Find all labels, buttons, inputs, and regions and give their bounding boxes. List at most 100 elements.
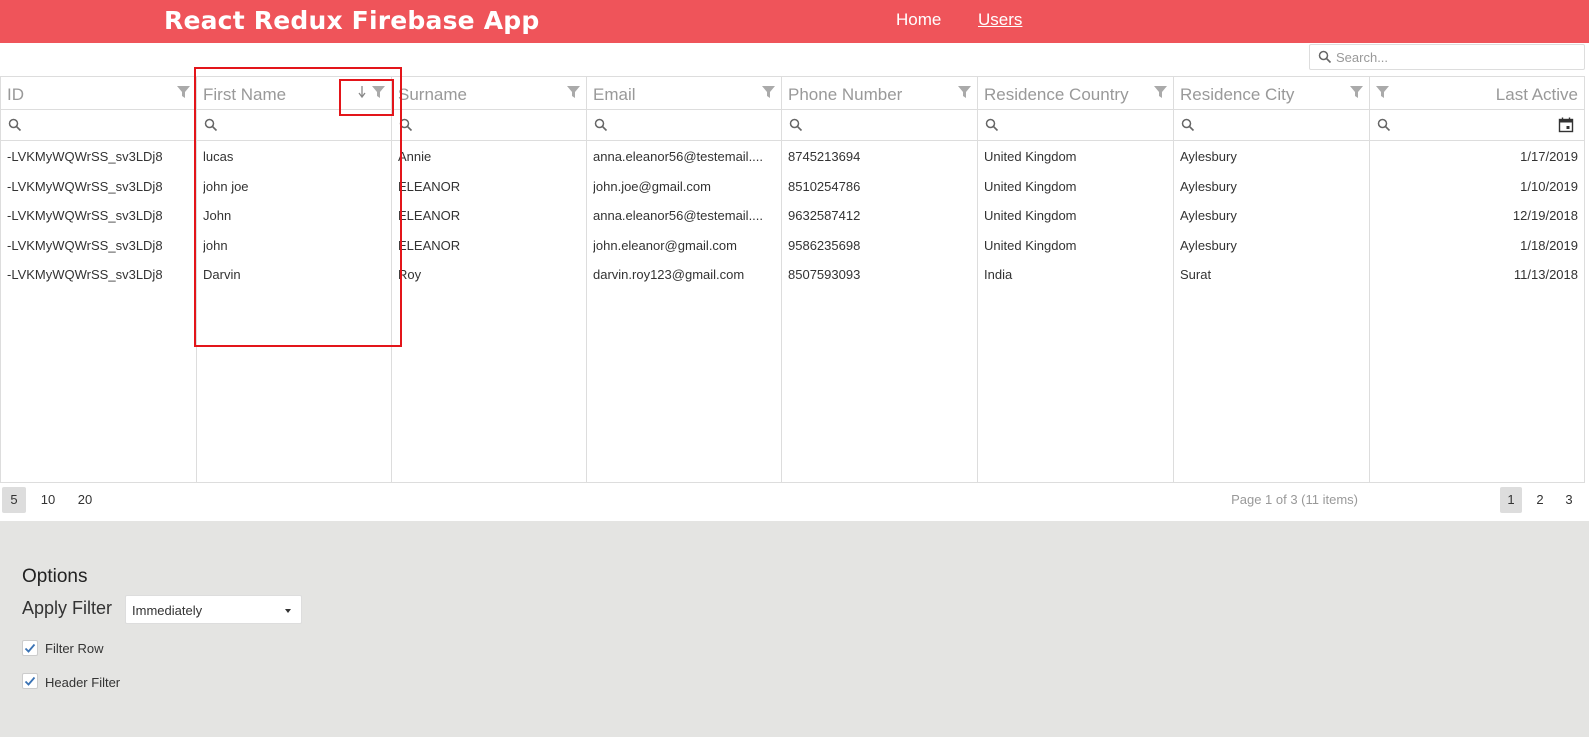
search-icon (204, 118, 218, 132)
page-size-5[interactable]: 5 (2, 487, 26, 513)
page-button-2[interactable]: 2 (1529, 487, 1551, 513)
table-cell[interactable]: United Kingdom (984, 149, 1168, 165)
filter-icon[interactable] (958, 86, 971, 99)
apply-filter-select[interactable]: Immediately (125, 595, 302, 624)
apply-filter-value: Immediately (132, 603, 203, 618)
column-id: ID -LVKMyWQWrSS_sv3LDj8 -LVKMyWQWrSS_sv3… (1, 77, 197, 482)
filter-cell-id[interactable] (1, 110, 196, 141)
table-cell[interactable]: 11/13/2018 (1378, 267, 1578, 283)
table-cell[interactable]: United Kingdom (984, 179, 1168, 195)
table-cell[interactable]: United Kingdom (984, 238, 1168, 254)
brand-title[interactable]: React Redux Firebase App (164, 6, 539, 35)
table-cell[interactable]: 1/18/2019 (1378, 238, 1578, 254)
filter-icon[interactable] (177, 86, 190, 99)
table-cell[interactable]: Annie (398, 149, 581, 165)
column-header-id[interactable]: ID (1, 77, 196, 110)
table-cell[interactable]: lucas (203, 149, 386, 165)
table-cell[interactable]: -LVKMyWQWrSS_sv3LDj8 (7, 208, 191, 224)
column-header-first-name[interactable]: First Name (197, 77, 391, 110)
page-size-20[interactable]: 20 (73, 487, 97, 513)
table-cell[interactable]: darvin.roy123@gmail.com (593, 267, 776, 283)
search-icon (8, 118, 22, 132)
search-icon (1181, 118, 1195, 132)
table-cell[interactable]: 1/17/2019 (1378, 149, 1578, 165)
table-cell[interactable]: 9586235698 (788, 238, 972, 254)
table-cell[interactable]: Aylesbury (1180, 179, 1364, 195)
filter-cell-surname[interactable] (392, 110, 586, 141)
column-header-email[interactable]: Email (587, 77, 781, 110)
nav-link-home[interactable]: Home (896, 10, 941, 30)
page-button-3[interactable]: 3 (1558, 487, 1580, 513)
filter-icon[interactable] (1376, 86, 1389, 99)
header-filter-checkbox[interactable] (22, 673, 38, 689)
nav-link-users[interactable]: Users (978, 10, 1022, 30)
filter-cell-residence-country[interactable] (978, 110, 1173, 141)
filter-row-checkbox[interactable] (22, 640, 38, 656)
table-cell[interactable]: Roy (398, 267, 581, 283)
table-cell[interactable]: 1/10/2019 (1378, 179, 1578, 195)
grid-search-box[interactable] (1309, 44, 1585, 70)
table-cell[interactable]: John (203, 208, 386, 224)
search-input[interactable] (1336, 48, 1576, 67)
column-header-residence-country[interactable]: Residence Country (978, 77, 1173, 110)
sort-descending-icon[interactable] (357, 85, 367, 99)
table-cell[interactable]: ELEANOR (398, 179, 581, 195)
column-email: Email anna.eleanor56@testemail.... john.… (587, 77, 782, 482)
table-cell[interactable]: john.eleanor@gmail.com (593, 238, 776, 254)
column-header-label: ID (7, 85, 24, 104)
page-info: Page 1 of 3 (11 items) (1231, 492, 1358, 507)
column-header-residence-city[interactable]: Residence City (1174, 77, 1369, 110)
filter-cell-email[interactable] (587, 110, 781, 141)
table-cell[interactable]: john (203, 238, 386, 254)
table-cell[interactable]: United Kingdom (984, 208, 1168, 224)
table-cell[interactable]: Aylesbury (1180, 208, 1364, 224)
table-cell[interactable]: ELEANOR (398, 238, 581, 254)
page-size-10[interactable]: 10 (36, 487, 60, 513)
page-button-1[interactable]: 1 (1500, 487, 1522, 513)
table-cell[interactable]: 12/19/2018 (1378, 208, 1578, 224)
table-cell[interactable]: 8507593093 (788, 267, 972, 283)
filter-cell-last-active[interactable] (1370, 110, 1584, 141)
filter-icon[interactable] (762, 86, 775, 99)
filter-cell-phone-number[interactable] (782, 110, 977, 141)
table-cell[interactable]: -LVKMyWQWrSS_sv3LDj8 (7, 238, 191, 254)
table-cell[interactable]: 9632587412 (788, 208, 972, 224)
column-last-active: Last Active 1/17/2019 1/10/2019 12/19/20… (1370, 77, 1584, 482)
search-icon (594, 118, 608, 132)
checkmark-icon (24, 643, 36, 653)
table-cell[interactable]: Aylesbury (1180, 149, 1364, 165)
navbar: React Redux Firebase App Home Users (0, 0, 1589, 43)
table-cell[interactable]: john.joe@gmail.com (593, 179, 776, 195)
table-cell[interactable]: anna.eleanor56@testemail.... (593, 149, 776, 165)
table-cell[interactable]: anna.eleanor56@testemail.... (593, 208, 776, 224)
table-cell[interactable]: Surat (1180, 267, 1364, 283)
table-cell[interactable]: -LVKMyWQWrSS_sv3LDj8 (7, 149, 191, 165)
dropdown-caret-icon (285, 609, 291, 613)
column-header-phone-number[interactable]: Phone Number (782, 77, 977, 110)
table-cell[interactable]: ELEANOR (398, 208, 581, 224)
filter-cell-residence-city[interactable] (1174, 110, 1369, 141)
table-cell[interactable]: 8745213694 (788, 149, 972, 165)
table-cell[interactable]: Darvin (203, 267, 386, 283)
search-icon (1318, 50, 1332, 64)
pager: 5 10 20 Page 1 of 3 (11 items) 1 2 3 (0, 483, 1589, 521)
filter-cell-first-name[interactable] (197, 110, 391, 141)
table-cell[interactable]: 8510254786 (788, 179, 972, 195)
filter-icon[interactable] (1154, 86, 1167, 99)
column-header-label: Email (593, 85, 636, 104)
filter-icon[interactable] (567, 86, 580, 99)
table-cell[interactable]: john joe (203, 179, 386, 195)
table-cell[interactable]: -LVKMyWQWrSS_sv3LDj8 (7, 179, 191, 195)
table-cell[interactable]: Aylesbury (1180, 238, 1364, 254)
column-first-name: First Name lucas john joe John john Darv… (197, 77, 392, 482)
table-cell[interactable]: -LVKMyWQWrSS_sv3LDj8 (7, 267, 191, 283)
filter-icon[interactable] (372, 86, 385, 99)
checkmark-icon (24, 676, 36, 686)
column-residence-country: Residence Country United Kingdom United … (978, 77, 1174, 482)
column-header-surname[interactable]: Surname (392, 77, 586, 110)
column-header-last-active[interactable]: Last Active (1370, 77, 1584, 110)
filter-icon[interactable] (1350, 86, 1363, 99)
search-icon (399, 118, 413, 132)
calendar-icon[interactable] (1558, 117, 1574, 133)
table-cell[interactable]: India (984, 267, 1168, 283)
